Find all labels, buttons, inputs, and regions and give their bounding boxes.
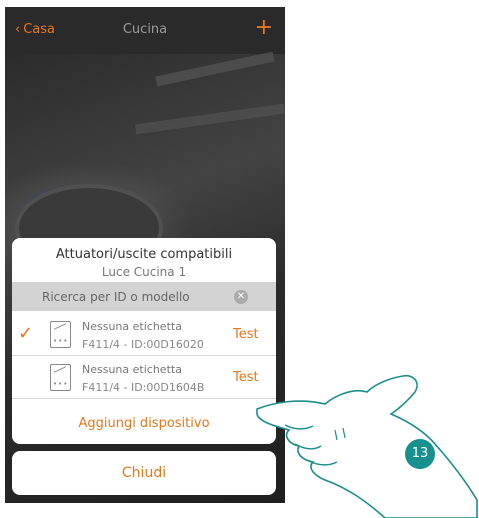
device-id: F411/4 - ID:00D16020 (82, 338, 204, 351)
device-name: Nessuna etichetta (82, 363, 182, 376)
plus-icon[interactable]: + (255, 15, 273, 40)
step-number-badge: 13 (405, 439, 435, 469)
test-button[interactable]: Test (233, 327, 259, 342)
compatible-actuators-dialog: Attuatori/uscite compatibili Luce Cucina… (12, 238, 276, 444)
page-title: Cucina (122, 22, 168, 37)
device-name: Nessuna etichetta (82, 320, 182, 333)
actuator-device-icon: ••• (50, 321, 71, 348)
clear-icon[interactable]: ✕ (234, 290, 248, 304)
search-placeholder: Ricerca per ID o modello (42, 290, 190, 304)
actuator-device-icon: ••• (50, 364, 71, 391)
add-device-button[interactable]: Aggiungi dispositivo (12, 416, 276, 431)
checkmark-icon: ✓ (18, 323, 34, 344)
hand-pointer-icon (256, 374, 478, 518)
device-row[interactable]: ••• Nessuna etichetta F411/4 - ID:00D160… (12, 356, 276, 399)
photo-grate (155, 51, 275, 87)
top-navigation-bar: ‹ Casa Cucina + (5, 7, 285, 54)
device-id: F411/4 - ID:00D1604B (82, 381, 205, 394)
dialog-title: Attuatori/uscite compatibili (55, 247, 233, 262)
photo-grate (135, 103, 285, 135)
device-row[interactable]: ✓ ••• Nessuna etichetta F411/4 - ID:00D1… (12, 313, 276, 356)
search-input[interactable]: Ricerca per ID o modello ✕ (12, 282, 276, 311)
dialog-subtitle: Luce Cucina 1 (101, 265, 187, 279)
close-button[interactable]: Chiudi (12, 451, 276, 495)
